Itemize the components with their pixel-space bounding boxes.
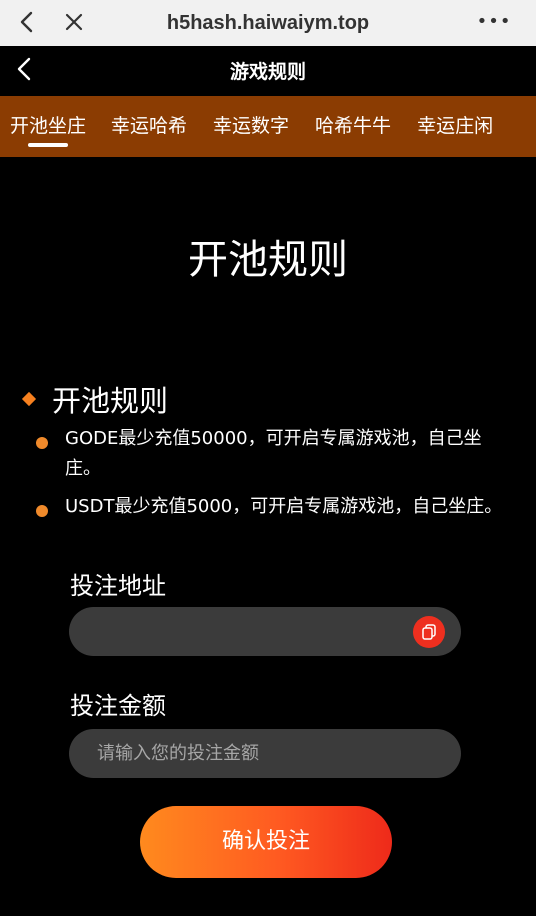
tab-lucky-hash[interactable]: 幸运哈希 (111, 96, 187, 157)
tab-hash-niuniu[interactable]: 哈希牛牛 (315, 96, 391, 157)
dot-bullet-icon (36, 437, 48, 449)
active-tab-indicator (28, 143, 68, 147)
rules-title: 开池规则 (188, 237, 348, 283)
dot-bullet-icon (36, 505, 48, 517)
rules-list: GODE最少充值50000，可开启专属游戏池，自己坐庄。 USDT最少充值500… (36, 424, 516, 536)
amount-input[interactable] (69, 729, 461, 778)
section-heading: 开池规则 (21, 378, 169, 420)
address-input[interactable] (69, 607, 461, 656)
tab-label: 幸运庄闲 (417, 115, 494, 137)
list-item: USDT最少充值5000，可开启专属游戏池，自己坐庄。 (36, 492, 516, 522)
browser-close-button[interactable] (60, 8, 88, 36)
more-menu-button[interactable]: ••• (477, 8, 511, 36)
game-tabs: 开池坐庄 幸运哈希 幸运数字 哈希牛牛 幸运庄闲 (0, 96, 536, 157)
rule-text: USDT最少充值5000，可开启专属游戏池，自己坐庄。 (65, 496, 503, 517)
browser-back-button[interactable] (14, 8, 40, 36)
amount-field (69, 729, 461, 778)
tab-label: 哈希牛牛 (315, 115, 392, 137)
diamond-bullet-icon (21, 391, 37, 407)
amount-label: 投注金额 (70, 692, 166, 720)
tab-lucky-number[interactable]: 幸运数字 (213, 96, 289, 157)
address-field (69, 607, 461, 656)
copy-icon (422, 624, 436, 640)
browser-url[interactable]: h5hash.haiwaiym.top (120, 0, 416, 46)
section-heading-text: 开池规则 (52, 384, 169, 418)
close-icon (65, 13, 83, 31)
copy-button[interactable] (413, 616, 445, 648)
address-label: 投注地址 (70, 572, 166, 600)
tab-label: 幸运哈希 (111, 115, 188, 137)
confirm-bet-button[interactable]: 确认投注 (140, 806, 392, 878)
app-header: 游戏规则 (0, 46, 536, 96)
more-icon: ••• (476, 11, 512, 32)
page-title: 游戏规则 (229, 61, 306, 83)
chevron-left-icon (20, 11, 33, 33)
tab-label: 开池坐庄 (10, 115, 87, 137)
browser-bar: h5hash.haiwaiym.top ••• (0, 0, 536, 46)
list-item: GODE最少充值50000，可开启专属游戏池，自己坐庄。 (36, 424, 516, 484)
tab-open-pool[interactable]: 开池坐庄 (10, 96, 86, 157)
tab-label: 幸运数字 (213, 115, 290, 137)
rule-text: GODE最少充值50000，可开启专属游戏池，自己坐庄。 (65, 428, 482, 479)
tab-lucky-banker-player[interactable]: 幸运庄闲 (417, 96, 493, 157)
